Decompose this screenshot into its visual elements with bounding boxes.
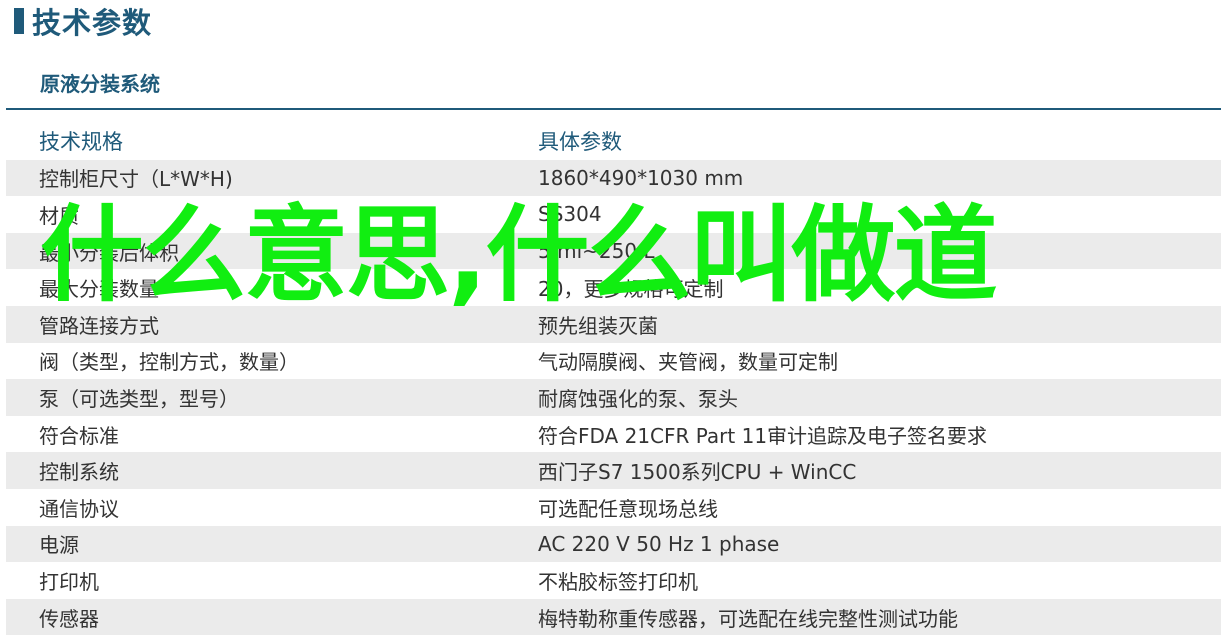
spec-value: SS304 bbox=[538, 202, 602, 227]
spec-name: 最小分装后体积 bbox=[39, 240, 179, 265]
table-row: 电源 AC 220 V 50 Hz 1 phase bbox=[6, 525, 1221, 563]
spec-name: 符合标准 bbox=[39, 423, 119, 448]
spec-name: 控制柜尺寸（L*W*H) bbox=[39, 167, 233, 192]
spec-value: AC 220 V 50 Hz 1 phase bbox=[538, 531, 780, 556]
spec-name: 最大分装数量 bbox=[39, 277, 159, 302]
spec-name: 材质 bbox=[39, 203, 79, 228]
page-title: 技术参数 bbox=[32, 6, 153, 40]
spec-name: 电源 bbox=[39, 533, 79, 558]
table-row: 传感器 梅特勒称重传感器，可选配在线完整性测试功能 bbox=[6, 598, 1221, 636]
spec-value: 1860*490*1030 mm bbox=[538, 165, 744, 190]
section-divider bbox=[6, 108, 1221, 110]
table-row: 泵（可选类型，型号） 耐腐蚀强化的泵、泵头 bbox=[6, 379, 1221, 416]
header-accent-bar bbox=[14, 8, 24, 34]
spec-value: 可选配任意现场总线 bbox=[538, 496, 718, 521]
spec-name: 泵（可选类型，型号） bbox=[39, 386, 239, 411]
table-row: 材质 SS304 bbox=[6, 196, 1221, 233]
spec-value: 西门子S7 1500系列CPU + WinCC bbox=[538, 460, 857, 485]
spec-name: 阀（类型，控制方式，数量） bbox=[39, 350, 299, 375]
table-row: 管路连接方式 预先组装灭菌 bbox=[6, 305, 1221, 343]
spec-value: 预先组装灭菌 bbox=[538, 313, 658, 338]
spec-value: 20，更多规格可定制 bbox=[538, 277, 724, 302]
table-row: 最小分装后体积 5 ml~250 L bbox=[6, 232, 1221, 270]
header-spec-value: 具体参数 bbox=[538, 130, 622, 155]
page-header: 技术参数 bbox=[14, 4, 152, 40]
spec-name: 控制系统 bbox=[39, 460, 119, 485]
spec-value: 不粘胶标签打印机 bbox=[538, 569, 698, 594]
spec-value: 5 ml~250 L bbox=[538, 239, 655, 264]
spec-value: 梅特勒称重传感器，可选配在线完整性测试功能 bbox=[538, 606, 958, 631]
spec-value: 耐腐蚀强化的泵、泵头 bbox=[538, 386, 738, 411]
table-row: 符合标准 符合FDA 21CFR Part 11审计追踪及电子签名要求 bbox=[6, 416, 1221, 453]
spec-name: 管路连接方式 bbox=[39, 313, 159, 338]
table-header-row: 技术规格 具体参数 bbox=[6, 123, 1221, 160]
spec-name: 传感器 bbox=[39, 606, 99, 631]
table-row: 最大分装数量 20，更多规格可定制 bbox=[6, 269, 1221, 306]
spec-value: 符合FDA 21CFR Part 11审计追踪及电子签名要求 bbox=[538, 423, 988, 448]
spec-name: 通信协议 bbox=[39, 496, 119, 521]
spec-value: 气动隔膜阀、夹管阀，数量可定制 bbox=[538, 350, 838, 375]
table-row: 控制系统 西门子S7 1500系列CPU + WinCC bbox=[6, 452, 1221, 489]
table-row: 控制柜尺寸（L*W*H) 1860*490*1030 mm bbox=[6, 159, 1221, 197]
spec-name: 打印机 bbox=[39, 569, 99, 594]
table-row: 阀（类型，控制方式，数量） 气动隔膜阀、夹管阀，数量可定制 bbox=[6, 343, 1221, 380]
spec-table: 技术规格 具体参数 控制柜尺寸（L*W*H) 1860*490*1030 mm … bbox=[6, 123, 1221, 636]
header-spec-name: 技术规格 bbox=[39, 130, 123, 155]
table-row: 通信协议 可选配任意现场总线 bbox=[6, 489, 1221, 526]
table-row: 打印机 不粘胶标签打印机 bbox=[6, 562, 1221, 599]
section-title: 原液分装系统 bbox=[40, 72, 160, 96]
